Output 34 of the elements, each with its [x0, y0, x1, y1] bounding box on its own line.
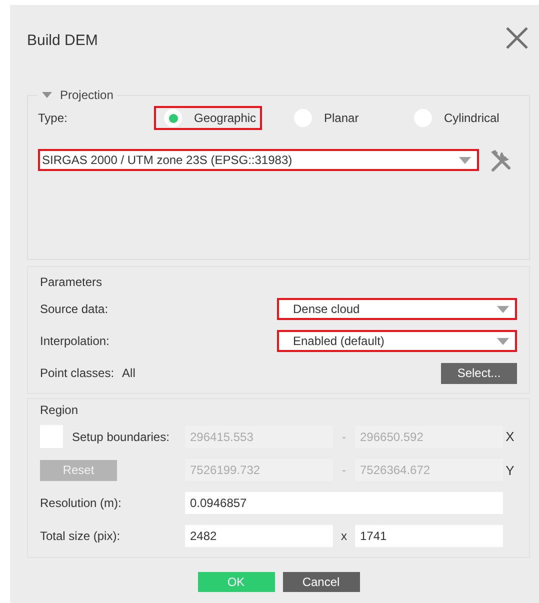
cancel-button[interactable]: Cancel	[282, 572, 360, 592]
radio-option[interactable]: Cylindrical	[404, 106, 526, 130]
dialog-title: Build DEM	[27, 32, 98, 49]
dropdown[interactable]: Dense cloud	[277, 298, 517, 320]
radio-option[interactable]: Geographic	[154, 106, 262, 130]
dropdown-arrow-icon	[497, 306, 509, 312]
range-separator: -	[341, 463, 347, 477]
field-value: All	[122, 366, 136, 380]
close-icon[interactable]	[504, 24, 530, 50]
field-label: Total size (pix):	[40, 529, 122, 543]
tools-icon[interactable]	[489, 148, 513, 172]
checkbox-label[interactable]: Setup boundaries:	[72, 430, 170, 444]
collapse-arrow-icon[interactable]	[42, 92, 52, 98]
axis-label: Y	[504, 462, 516, 478]
field-label: Interpolation:	[40, 334, 110, 348]
range-separator: -	[341, 430, 347, 444]
field-label: Point classes:	[40, 366, 114, 380]
input-field[interactable]: 2482	[185, 525, 333, 547]
section-title: Region	[40, 402, 80, 419]
select-button[interactable]: Select...	[441, 362, 517, 384]
field-label: Resolution (m):	[40, 496, 122, 510]
size-separator: x	[340, 529, 348, 543]
axis-label: X	[504, 429, 516, 444]
radio-option[interactable]: Planar	[284, 106, 394, 130]
field-label: Type:	[38, 111, 68, 125]
input-field[interactable]: 1741	[355, 525, 503, 547]
section-title: Projection	[60, 88, 114, 102]
field-label: Source data:	[40, 302, 108, 316]
input-field[interactable]: 0.0946857	[185, 492, 503, 514]
dropdown-arrow-icon	[459, 156, 471, 164]
dropdown[interactable]: Enabled (default)	[277, 330, 517, 352]
dropdown-arrow-icon	[497, 338, 509, 344]
dropdown[interactable]: SIRGAS 2000 / UTM zone 23S (EPSG::31983)	[38, 149, 479, 171]
section-title: Parameters	[40, 274, 104, 291]
